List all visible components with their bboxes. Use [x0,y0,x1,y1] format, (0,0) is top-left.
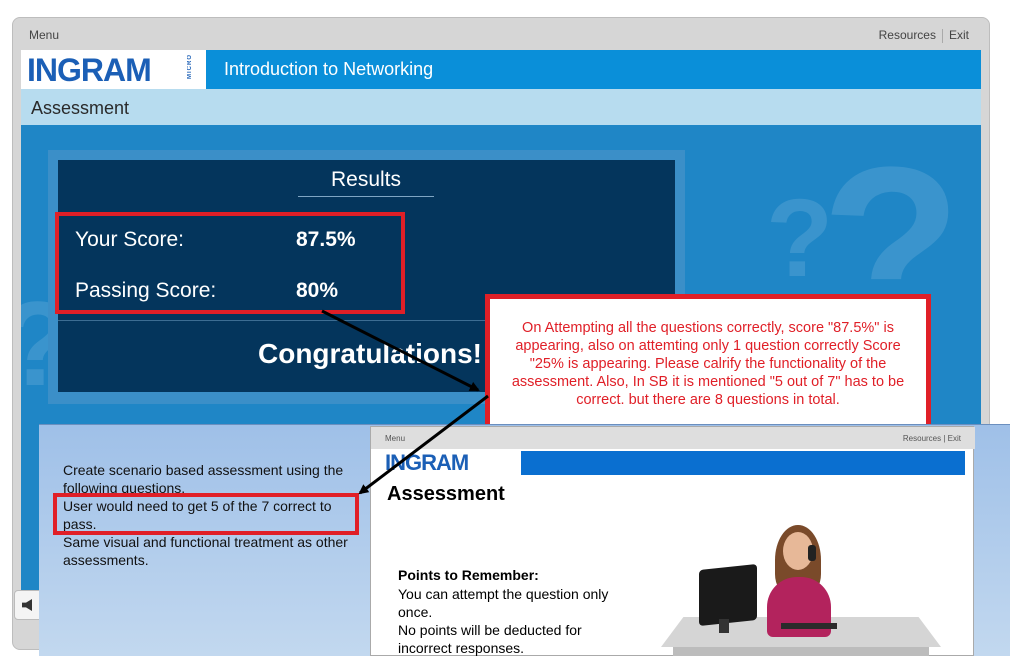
thumbnail-title: Assessment [387,483,505,505]
logo-subtext: MICRO [187,54,193,79]
speaker-icon [22,599,32,611]
point-item: No points will be deducted for incorrect… [398,622,582,656]
storyboard-line: Same visual and functional treatment as … [63,534,348,568]
monitor-stand-illustration [719,619,729,633]
thumbnail-logo: INGRAM [383,451,521,475]
section-header: Assessment [21,89,981,125]
review-comment-callout: On Attempting all the questions correctl… [485,294,931,430]
screenshot-stage: Menu Resources Exit INGRAM MICRO Introdu… [0,0,1010,656]
desk-illustration-base [673,647,929,656]
thumbnail-logo-text: INGRAM [385,450,469,475]
exit-link[interactable]: Exit [943,28,975,43]
thumbnail-header: INGRAM [383,451,965,475]
thumbnail-links: Resources | Exit [902,434,961,443]
congratulations-message: Congratulations! [258,338,482,369]
storyboard-line: Create scenario based assessment using t… [63,462,344,496]
top-links: Resources Exit [873,28,975,43]
thumbnail-menu-label: Menu [385,434,406,443]
logo-text: INGRAM [27,52,152,88]
phone-icon [808,545,816,561]
resources-link[interactable]: Resources [873,28,942,43]
course-header: INGRAM MICRO Introduction to Networking [21,50,981,89]
monitor-illustration [699,563,757,627]
keyboard-illustration [781,623,837,629]
review-comment-text: On Attempting all the questions correctl… [511,320,905,408]
storyboard-highlight-box [53,493,359,535]
course-title: Introduction to Networking [224,59,434,79]
score-highlight-box [55,212,405,314]
results-title: Results [298,168,434,197]
company-logo: INGRAM MICRO [21,50,206,89]
thumbnail-topbar: Menu Resources | Exit [371,427,975,449]
points-heading: Points to Remember: [398,567,539,583]
menu-link[interactable]: Menu [29,28,59,42]
section-title: Assessment [31,98,130,118]
storyboard-thumbnail: Menu Resources | Exit INGRAM Assessment … [370,426,975,656]
point-item: You can attempt the question only once. [398,586,609,620]
